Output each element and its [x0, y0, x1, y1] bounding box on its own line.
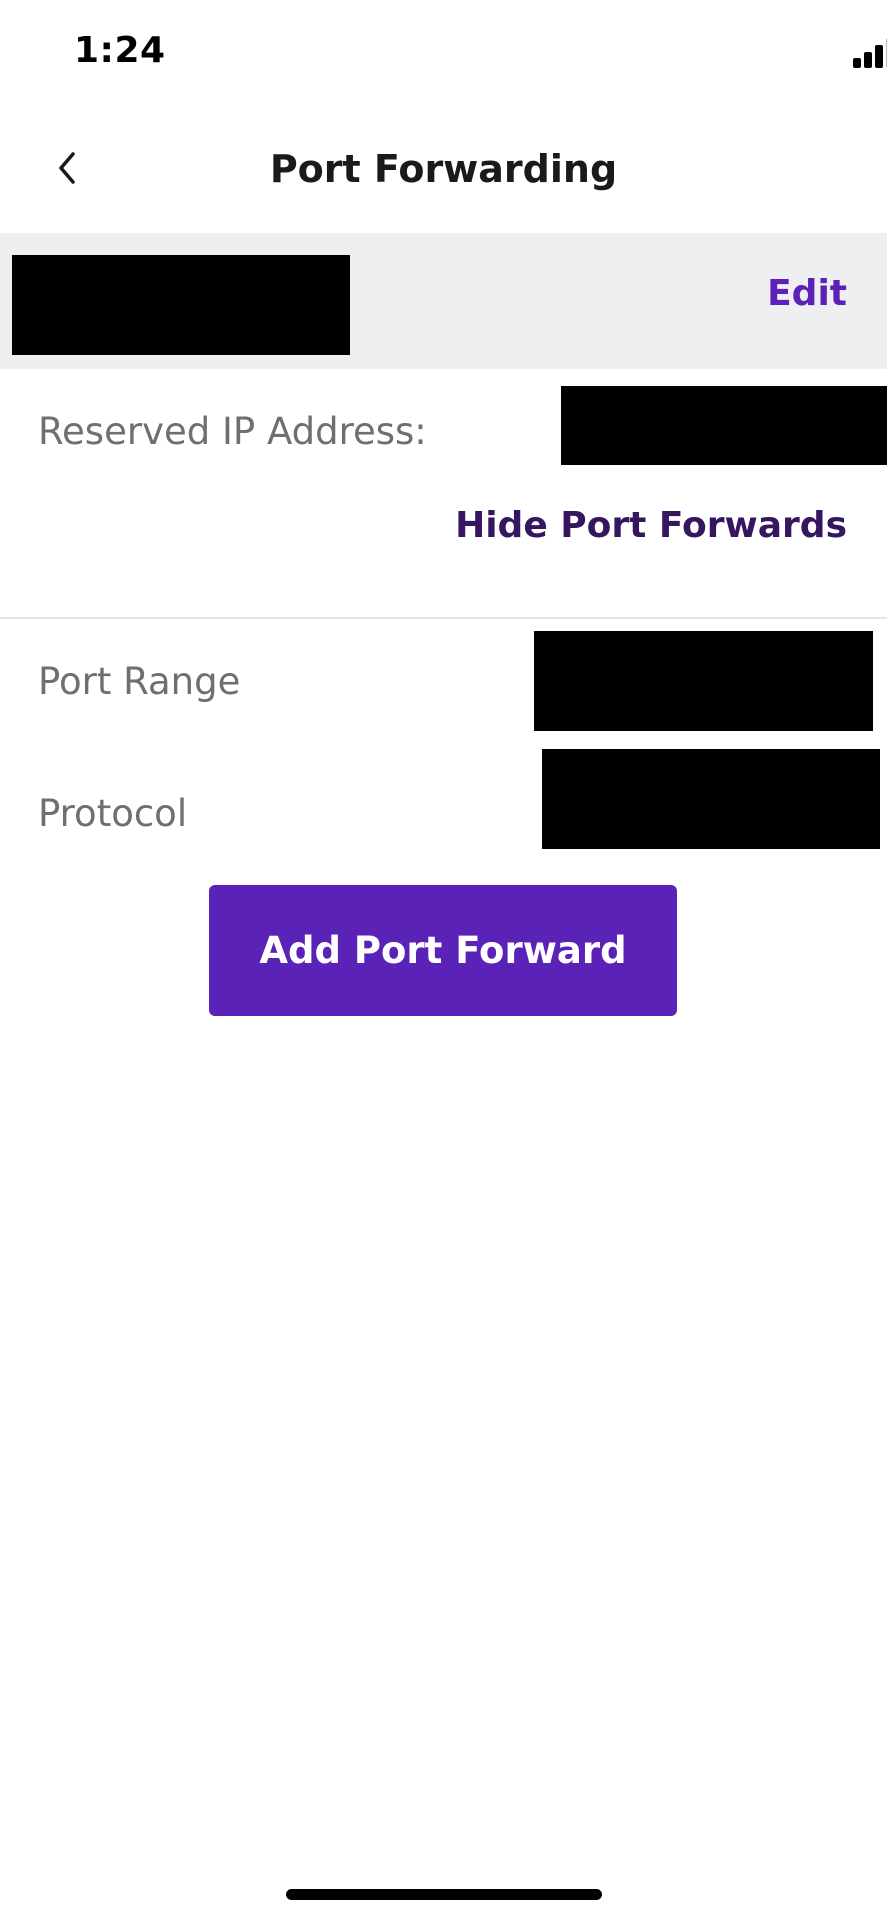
edit-button[interactable]: Edit [767, 273, 847, 314]
status-bar: 1:24 [0, 0, 887, 110]
hide-port-forwards-button[interactable]: Hide Port Forwards [455, 505, 847, 546]
device-name-redacted [12, 255, 350, 355]
nav-header: Port Forwarding [0, 110, 887, 232]
signal-icon [853, 38, 887, 70]
status-time: 1:24 [74, 30, 166, 71]
device-header: Edit [0, 233, 887, 369]
protocol-value-redacted [542, 749, 880, 849]
reserved-ip-value-redacted [561, 386, 887, 465]
protocol-label: Protocol [38, 792, 188, 835]
port-forwarding-screen: 1:24 Port Forwarding Edit Reserved IP Ad… [0, 0, 887, 1920]
reserved-ip-label: Reserved IP Address: [38, 410, 427, 453]
page-title: Port Forwarding [269, 147, 618, 191]
port-range-label: Port Range [38, 660, 241, 703]
port-range-value-redacted [534, 631, 873, 731]
home-indicator[interactable] [286, 1889, 602, 1900]
divider [0, 617, 887, 619]
add-port-forward-button[interactable]: Add Port Forward [209, 885, 677, 1016]
